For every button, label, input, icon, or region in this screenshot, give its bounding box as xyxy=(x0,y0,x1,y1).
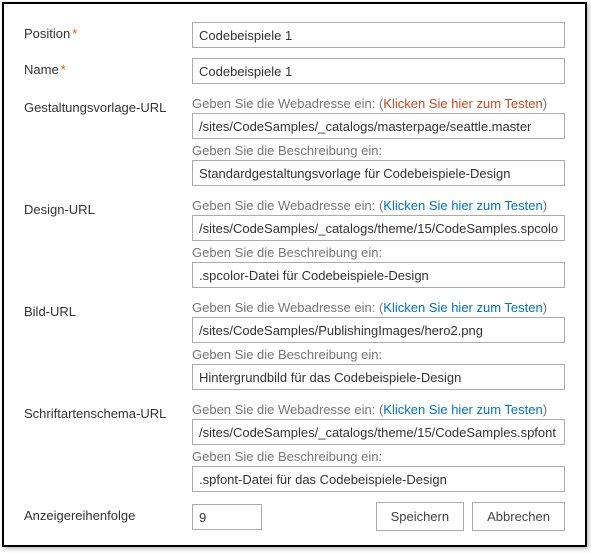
test-link-master[interactable]: Klicken Sie hier zum Testen xyxy=(383,96,542,111)
design-desc-input[interactable] xyxy=(192,262,565,288)
design-url-input[interactable] xyxy=(192,215,565,241)
label-position-text: Position xyxy=(24,26,70,41)
paren-close: ) xyxy=(543,300,547,315)
hint-image-webaddress: Geben Sie die Webadresse ein: (Klicken S… xyxy=(192,300,565,315)
label-font-url: Schriftartenschema-URL xyxy=(24,402,192,421)
label-name-text: Name xyxy=(24,62,59,77)
label-image-url: Bild-URL xyxy=(24,300,192,319)
required-mark: * xyxy=(61,62,66,77)
row-design-url: Design-URL Geben Sie die Webadresse ein:… xyxy=(24,198,565,288)
hint-webaddress-text: Geben Sie die Webadresse ein: xyxy=(192,96,379,111)
hint-design-webaddress: Geben Sie die Webadresse ein: (Klicken S… xyxy=(192,198,565,213)
hint-font-desc: Geben Sie die Beschreibung ein: xyxy=(192,449,565,464)
required-mark: * xyxy=(72,26,77,41)
row-position: Position* xyxy=(24,22,565,48)
paren-close: ) xyxy=(543,402,547,417)
name-input[interactable] xyxy=(192,58,565,84)
font-desc-input[interactable] xyxy=(192,466,565,492)
test-link-font[interactable]: Klicken Sie hier zum Testen xyxy=(383,402,542,417)
test-link-design[interactable]: Klicken Sie hier zum Testen xyxy=(383,198,542,213)
master-desc-input[interactable] xyxy=(192,160,565,186)
label-master-url: Gestaltungsvorlage-URL xyxy=(24,96,192,115)
test-link-image[interactable]: Klicken Sie hier zum Testen xyxy=(383,300,542,315)
paren-close: ) xyxy=(543,198,547,213)
hint-design-desc: Geben Sie die Beschreibung ein: xyxy=(192,245,565,260)
row-name: Name* xyxy=(24,58,565,84)
hint-webaddress-text: Geben Sie die Webadresse ein: xyxy=(192,300,379,315)
hint-image-desc: Geben Sie die Beschreibung ein: xyxy=(192,347,565,362)
master-url-input[interactable] xyxy=(192,113,565,139)
field-font-url: Geben Sie die Webadresse ein: (Klicken S… xyxy=(192,402,565,492)
position-input[interactable] xyxy=(192,22,565,48)
image-url-input[interactable] xyxy=(192,317,565,343)
label-display-order: Anzeigereihenfolge xyxy=(24,504,192,523)
save-button[interactable]: Speichern xyxy=(376,502,465,531)
field-position xyxy=(192,22,565,48)
font-url-input[interactable] xyxy=(192,419,565,445)
label-name: Name* xyxy=(24,58,192,77)
field-name xyxy=(192,58,565,84)
hint-master-desc: Geben Sie die Beschreibung ein: xyxy=(192,143,565,158)
label-position: Position* xyxy=(24,22,192,41)
display-order-input[interactable] xyxy=(192,504,262,530)
hint-webaddress-text: Geben Sie die Webadresse ein: xyxy=(192,402,379,417)
field-master-url: Geben Sie die Webadresse ein: (Klicken S… xyxy=(192,96,565,186)
button-row: Speichern Abbrechen xyxy=(376,502,565,531)
image-desc-input[interactable] xyxy=(192,364,565,390)
paren-close: ) xyxy=(543,96,547,111)
cancel-button[interactable]: Abbrechen xyxy=(472,502,565,531)
field-design-url: Geben Sie die Webadresse ein: (Klicken S… xyxy=(192,198,565,288)
label-design-url: Design-URL xyxy=(24,198,192,217)
form-frame: Position* Name* Gestaltungsvorlage-URL G… xyxy=(2,2,587,547)
row-font-url: Schriftartenschema-URL Geben Sie die Web… xyxy=(24,402,565,492)
hint-font-webaddress: Geben Sie die Webadresse ein: (Klicken S… xyxy=(192,402,565,417)
row-image-url: Bild-URL Geben Sie die Webadresse ein: (… xyxy=(24,300,565,390)
hint-webaddress-text: Geben Sie die Webadresse ein: xyxy=(192,198,379,213)
field-image-url: Geben Sie die Webadresse ein: (Klicken S… xyxy=(192,300,565,390)
row-master-url: Gestaltungsvorlage-URL Geben Sie die Web… xyxy=(24,96,565,186)
hint-master-webaddress: Geben Sie die Webadresse ein: (Klicken S… xyxy=(192,96,565,111)
